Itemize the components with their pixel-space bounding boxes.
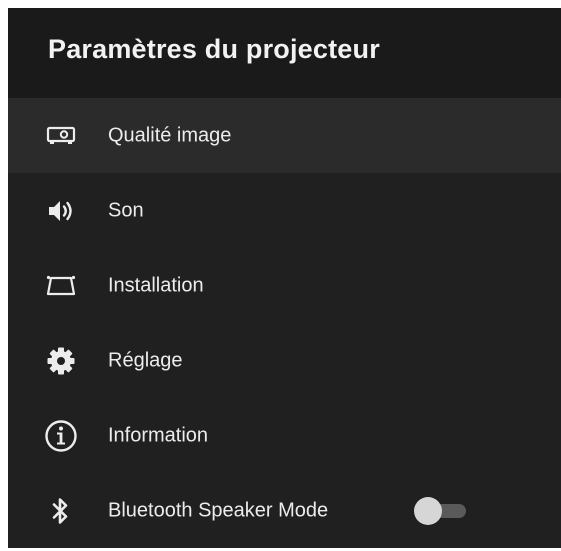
menu-item-label: Son bbox=[108, 199, 144, 221]
menu-item-bluetooth-speaker-mode[interactable]: Bluetooth Speaker Mode bbox=[8, 473, 561, 548]
info-icon bbox=[44, 419, 78, 453]
menu-item-information[interactable]: Information bbox=[8, 398, 561, 473]
menu-item-label: Qualité image bbox=[108, 124, 232, 146]
menu-item-label: Réglage bbox=[108, 349, 183, 371]
menu-item-label: Bluetooth Speaker Mode bbox=[108, 499, 329, 521]
speaker-icon bbox=[44, 194, 78, 228]
bluetooth-icon bbox=[44, 494, 78, 528]
menu-item-label: Installation bbox=[108, 274, 204, 296]
page-title: Paramètres du projecteur bbox=[48, 34, 380, 64]
settings-panel: Paramètres du projecteur Qualité image S… bbox=[8, 8, 561, 548]
keystone-icon bbox=[44, 269, 78, 303]
menu-item-label: Information bbox=[108, 424, 209, 446]
header: Paramètres du projecteur bbox=[8, 8, 561, 98]
settings-menu: Qualité image Son Installation Réglage I… bbox=[8, 98, 561, 548]
menu-item-sound[interactable]: Son bbox=[8, 173, 561, 248]
menu-item-installation[interactable]: Installation bbox=[8, 248, 561, 323]
toggle-knob bbox=[414, 496, 442, 525]
menu-item-settings[interactable]: Réglage bbox=[8, 323, 561, 398]
projector-icon bbox=[44, 119, 78, 153]
bluetooth-speaker-toggle[interactable] bbox=[414, 496, 466, 525]
gear-icon bbox=[44, 344, 78, 378]
menu-item-picture-quality[interactable]: Qualité image bbox=[8, 98, 561, 173]
